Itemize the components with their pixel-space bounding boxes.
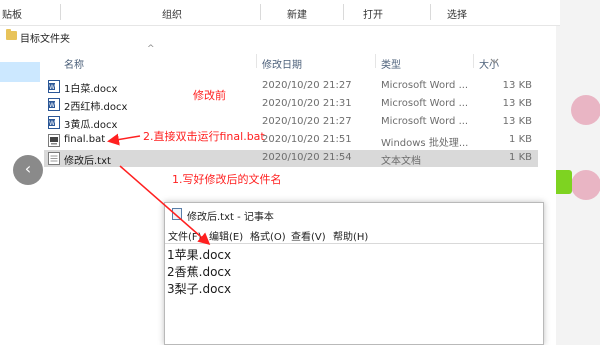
annotation-arrows (107, 133, 211, 245)
arrow-to-final-bat (107, 133, 141, 146)
screenshot-stage: 贴板 组织 新建 打开 选择 目标文件夹 ^ 名称 修改日期 类型 大小 W 1… (0, 0, 600, 345)
arrow-to-notepad-text (119, 165, 211, 245)
